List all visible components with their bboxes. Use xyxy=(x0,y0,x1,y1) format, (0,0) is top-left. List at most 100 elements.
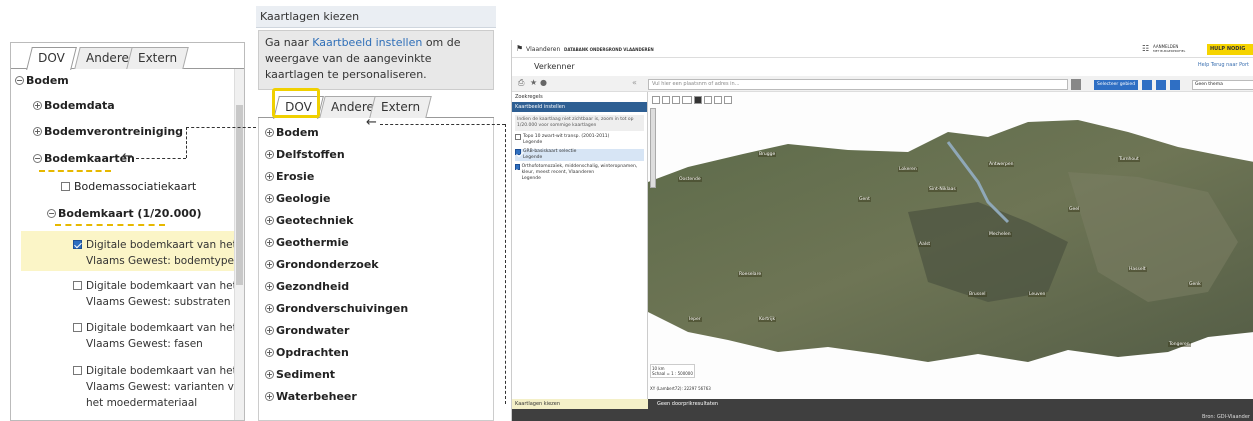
locate-icon[interactable] xyxy=(672,96,680,104)
layer-icon[interactable] xyxy=(694,96,702,104)
layer-orthofoto[interactable]: Orthofotomozaïek, middenschalig, wintero… xyxy=(515,164,644,182)
vlaanderen-logo-icon: ⚑ xyxy=(516,44,524,53)
help-button[interactable]: HULP NODIG xyxy=(1207,44,1253,55)
collapse-icon[interactable]: − xyxy=(15,76,24,85)
expand-icon[interactable]: + xyxy=(265,392,274,401)
measure-icon[interactable] xyxy=(704,96,712,104)
mid-item-label: Bodem xyxy=(276,126,319,139)
xy-icon[interactable] xyxy=(682,96,692,104)
collapse-icon[interactable]: − xyxy=(33,154,42,163)
left-tab-dov[interactable]: DOV xyxy=(26,47,77,70)
print-map-icon[interactable] xyxy=(724,96,732,104)
layer-topo10[interactable]: Topo 10 zwart-wit transp. (2001-2011) Leg… xyxy=(515,134,644,146)
collapse-icon[interactable]: − xyxy=(47,209,56,218)
legend-link[interactable]: Legende xyxy=(522,176,644,182)
filter-icon[interactable] xyxy=(1071,79,1081,90)
header-links[interactable]: Help Terug naar Port xyxy=(1198,62,1249,68)
tree-root-label: Bodem xyxy=(26,74,69,87)
kaartbeeld-instellen-link[interactable]: Kaartbeeld instellen xyxy=(312,36,422,49)
expand-icon[interactable]: + xyxy=(265,282,274,291)
mid-item-bodem[interactable]: + Bodem xyxy=(265,126,319,139)
left-tab-extern-label: Extern xyxy=(138,51,178,65)
mid-item-gezondheid[interactable]: + Gezondheid xyxy=(265,280,349,293)
zoom-slider[interactable] xyxy=(650,108,656,188)
print-icon[interactable]: ⎙ xyxy=(518,78,524,88)
checkbox[interactable] xyxy=(73,281,82,290)
collapse-sidebar-icon[interactable]: « xyxy=(632,78,637,87)
checkbox[interactable] xyxy=(73,366,82,375)
tool-icon[interactable] xyxy=(1170,80,1180,90)
mid-tab-extern[interactable]: Extern xyxy=(369,96,432,118)
left-scrollbar[interactable] xyxy=(234,69,244,420)
tree-item-bodemkaarten[interactable]: − Bodemkaarten xyxy=(33,152,135,165)
zoom-out-icon[interactable] xyxy=(662,96,670,104)
mid-item-grondonderzoek[interactable]: + Grondonderzoek xyxy=(265,258,379,271)
place-label: Turnhout xyxy=(1118,157,1140,162)
checkbox[interactable] xyxy=(73,323,82,332)
left-tab-extern[interactable]: Extern xyxy=(126,47,189,69)
checkbox[interactable] xyxy=(515,134,521,140)
mid-item-grondwater[interactable]: + Grondwater xyxy=(265,324,349,337)
expand-icon[interactable]: + xyxy=(265,370,274,379)
tool-icon[interactable] xyxy=(1142,80,1152,90)
expand-icon[interactable]: + xyxy=(265,216,274,225)
layer-label: Digitale bodemkaart van het Vlaams Gewest… xyxy=(86,320,237,352)
selecteer-gebied-button[interactable]: Selecteer gebied xyxy=(1094,80,1139,90)
theme-select[interactable]: Geen thema xyxy=(1192,80,1253,90)
mid-item-sediment[interactable]: + Sediment xyxy=(265,368,335,381)
map-tools xyxy=(652,96,752,106)
tree-item-bodemdata[interactable]: + Bodemdata xyxy=(33,99,115,112)
mid-item-geothermie[interactable]: + Geothermie xyxy=(265,236,349,249)
mid-item-geologie[interactable]: + Geologie xyxy=(265,192,330,205)
expand-icon[interactable]: + xyxy=(265,128,274,137)
layer-varianten[interactable]: Digitale bodemkaart van het Vlaams Gewest… xyxy=(73,363,244,411)
legend-link[interactable]: Legende xyxy=(523,155,576,161)
tree-item-label: Bodemkaart (1/20.000) xyxy=(58,207,202,220)
mid-item-erosie[interactable]: + Erosie xyxy=(265,170,314,183)
legend-link[interactable]: Legende xyxy=(523,140,609,146)
expand-icon[interactable]: + xyxy=(265,304,274,313)
coordinates-readout: XY (Lambert72): 22297 56763 xyxy=(650,386,711,391)
kaartlagen-kiezen-tab[interactable]: Kaartlagen kiezen xyxy=(512,399,648,409)
checkbox-checked[interactable] xyxy=(515,149,521,155)
checkbox-checked[interactable] xyxy=(515,164,520,170)
tree-root-bodem[interactable]: − Bodem xyxy=(15,74,69,87)
expand-icon[interactable]: + xyxy=(33,101,42,110)
map-view[interactable]: Brugge Gent Antwerpen Mechelen Leuven Ha… xyxy=(648,92,1253,399)
scrollbar-thumb[interactable] xyxy=(236,105,243,285)
mid-item-grondverschuivingen[interactable]: + Grondverschuivingen xyxy=(265,302,408,315)
checkbox[interactable] xyxy=(61,182,70,191)
tree-item-bodemverontreiniging[interactable]: + Bodemverontreiniging xyxy=(33,125,183,138)
star-icon[interactable]: ★ xyxy=(530,78,537,87)
checkbox-checked[interactable] xyxy=(73,240,82,249)
mid-item-waterbeheer[interactable]: + Waterbeheer xyxy=(265,390,357,403)
expand-icon[interactable]: + xyxy=(265,326,274,335)
expand-icon[interactable]: + xyxy=(265,260,274,269)
mid-item-delfstoffen[interactable]: + Delfstoffen xyxy=(265,148,345,161)
layer-fasen[interactable]: Digitale bodemkaart van het Vlaams Gewest… xyxy=(73,320,237,352)
expand-icon[interactable]: + xyxy=(265,194,274,203)
expand-icon[interactable]: + xyxy=(265,348,274,357)
expand-icon[interactable]: + xyxy=(33,127,42,136)
tree-item-bodemkaart-20000[interactable]: − Bodemkaart (1/20.000) xyxy=(47,207,202,220)
layer-label: Digitale bodemkaart van het Vlaams Gewest… xyxy=(86,278,237,310)
zoom-in-icon[interactable] xyxy=(652,96,660,104)
app-bottom-bar: Kaartlagen kiezen Geen doorprikresultate… xyxy=(512,399,1253,421)
mid-item-label: Geotechniek xyxy=(276,214,354,227)
layer-bodemtypes[interactable]: Digitale bodemkaart van het Vlaams Gewest… xyxy=(73,237,239,269)
expand-icon[interactable]: + xyxy=(265,238,274,247)
record-icon[interactable]: ● xyxy=(540,78,547,87)
tree-item-bodemassociatiekaart[interactable]: Bodemassociatiekaart xyxy=(61,180,196,193)
layer-substraten[interactable]: Digitale bodemkaart van het Vlaams Gewest… xyxy=(73,278,237,310)
mid-item-geotechniek[interactable]: + Geotechniek xyxy=(265,214,354,227)
expand-icon[interactable]: + xyxy=(265,172,274,181)
kaartbeeld-instellen-header[interactable]: Kaartbeeld instellen xyxy=(512,102,647,112)
mid-item-opdrachten[interactable]: + Opdrachten xyxy=(265,346,349,359)
layer-label-line: Digitale bodemkaart van het xyxy=(86,239,237,251)
layer-grb[interactable]: GRB-basiskaart selectie Legende xyxy=(515,149,644,161)
info-icon[interactable] xyxy=(714,96,722,104)
expand-icon[interactable]: + xyxy=(265,150,274,159)
aanmelden-sub: MET BURGERPROFIEL xyxy=(1153,49,1186,53)
search-input[interactable]: Vul hier een plaatsnm of adres in... xyxy=(648,79,1068,90)
tool-icon[interactable] xyxy=(1156,80,1166,90)
